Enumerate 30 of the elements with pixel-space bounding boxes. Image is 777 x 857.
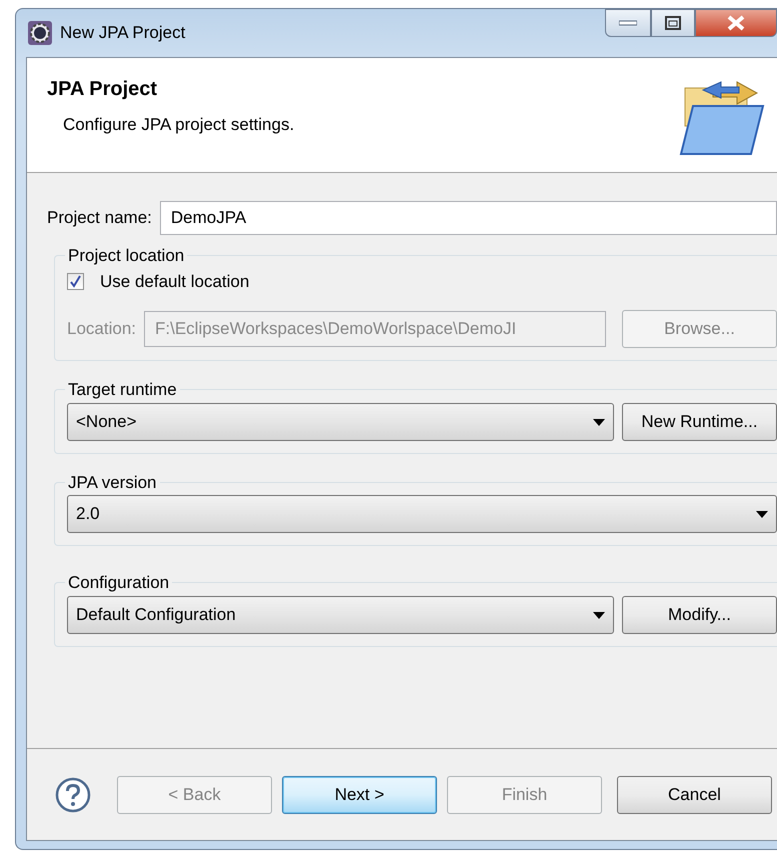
checkbox-label: Use default location (100, 270, 250, 292)
dropdown-arrow-icon (756, 511, 768, 518)
help-icon[interactable] (55, 776, 91, 812)
page-description: Configure JPA project settings. (63, 114, 294, 136)
close-icon (727, 15, 745, 31)
group-title: Configuration (67, 572, 170, 594)
wizard-button[interactable]: Next > (282, 776, 437, 814)
page-title: JPA Project (47, 77, 158, 102)
close-button[interactable] (695, 9, 777, 37)
minimize-button[interactable] (605, 9, 651, 37)
field-label: Location: (67, 318, 136, 340)
new-runtime-button[interactable]: New Runtime... (622, 402, 777, 440)
checkbox[interactable] (67, 272, 84, 290)
maximize-button[interactable] (651, 9, 695, 37)
dropdown-arrow-icon (593, 418, 605, 426)
app-icon (28, 21, 52, 45)
group-title: JPA version (67, 472, 158, 494)
version-dropdown[interactable]: 2.0 (67, 495, 777, 533)
runtime-dropdown[interactable]: <None> (67, 402, 614, 440)
maximize-icon (665, 16, 681, 30)
group-title: Target runtime (67, 379, 178, 401)
modify-button[interactable]: Modify... (622, 596, 777, 634)
minimize-icon (619, 20, 637, 26)
wizard-button[interactable]: Cancel (617, 776, 772, 814)
configuration-dropdown[interactable]: Default Configuration (67, 596, 614, 634)
window-title: New JPA Project (60, 22, 186, 44)
group-title: Project location (67, 245, 186, 267)
field-label: Project name: (47, 207, 152, 230)
project-name-field[interactable]: DemoJPA (160, 201, 777, 235)
dropdown-arrow-icon (593, 612, 605, 619)
